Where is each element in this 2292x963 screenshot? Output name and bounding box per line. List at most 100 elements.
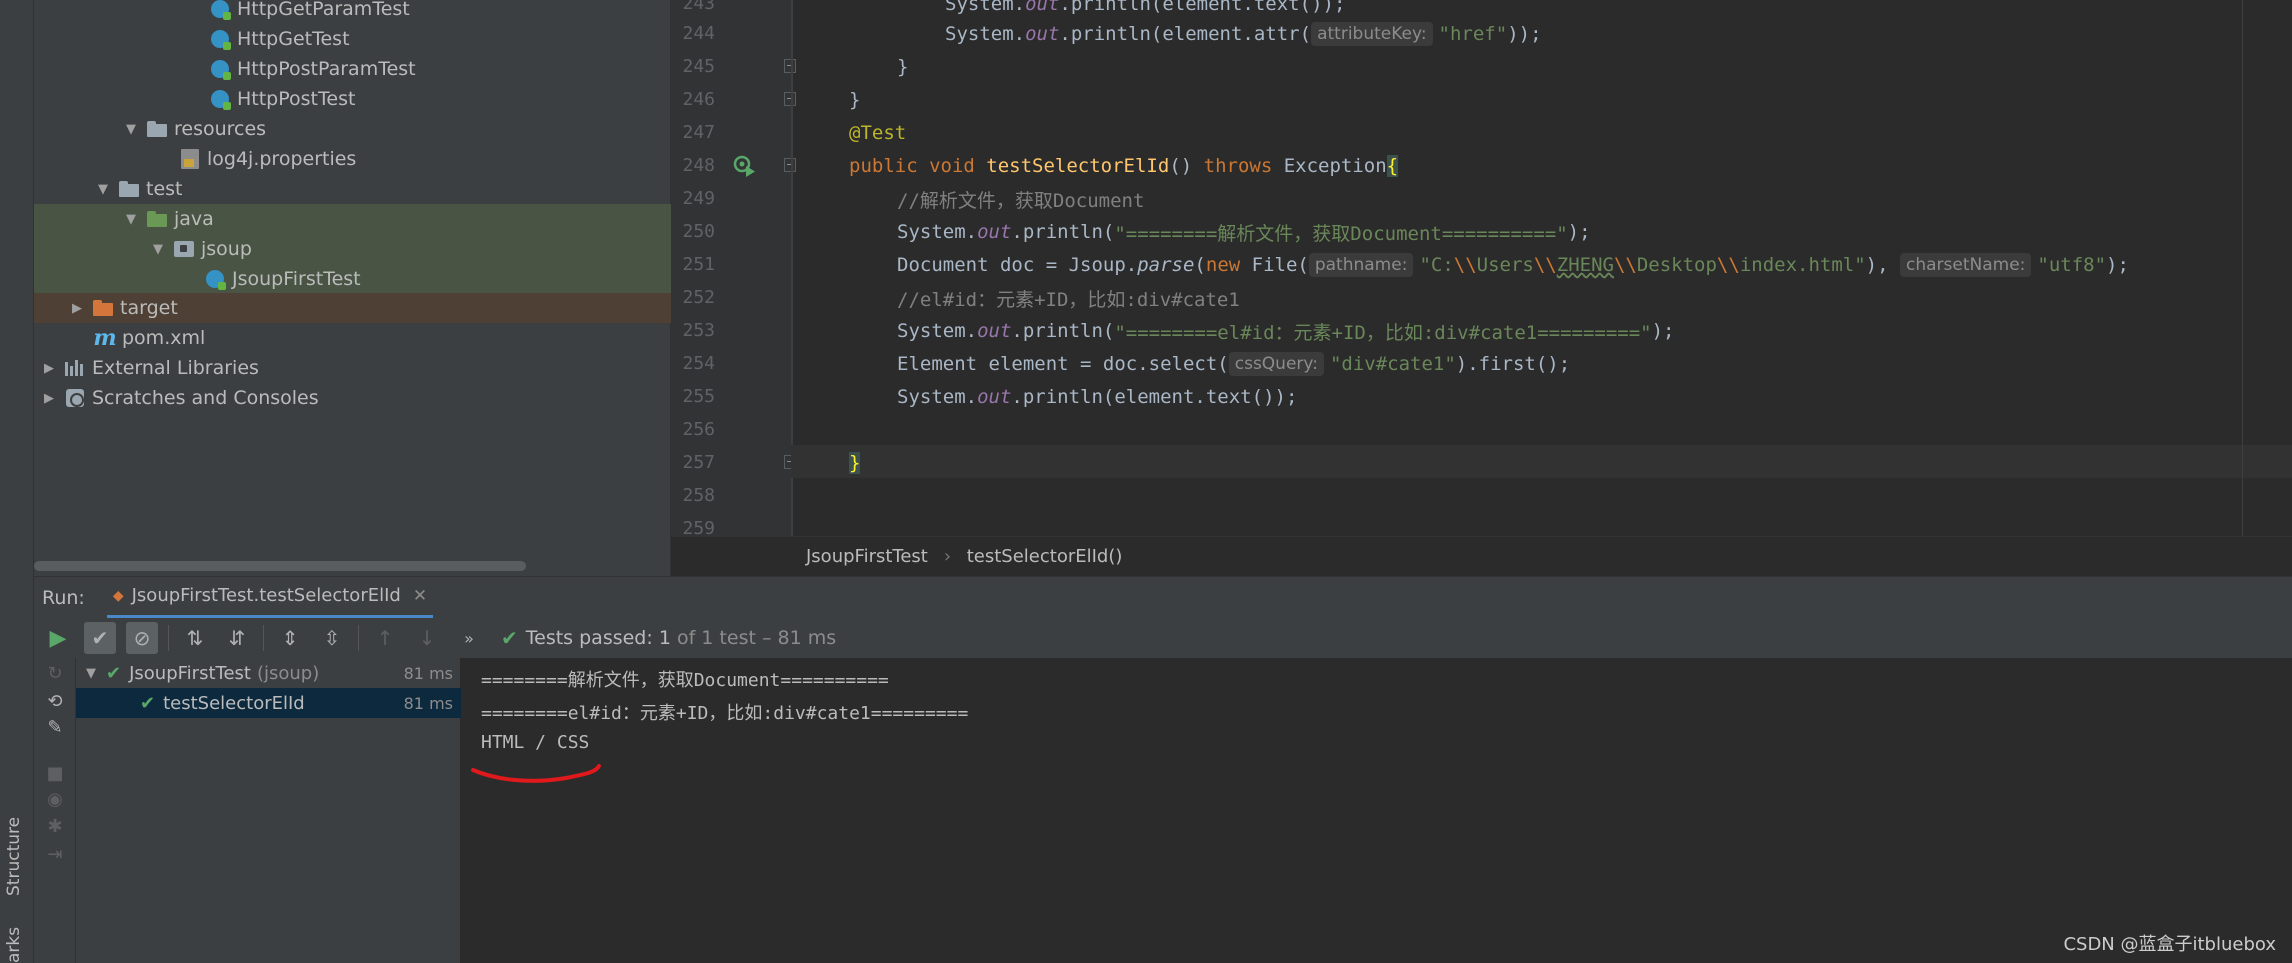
sort-duration-button[interactable]: ⇵ [221,622,253,654]
bug-icon[interactable]: ✱ [44,815,66,837]
line-number: 252 [682,287,715,308]
chevron-down-icon[interactable]: ▼ [122,120,140,138]
console-line: ========el#id：元素+ID，比如:div#cate1========… [481,703,969,724]
watermark: CSDN @蓝盒子itbluebox [2063,934,2276,955]
collapse-all-button[interactable]: ⇳ [316,622,348,654]
chevron-down-icon[interactable]: ▼ [82,664,100,682]
test-case-row[interactable]: ✔ testSelectorElId 81 ms [76,688,461,718]
tree-item-java[interactable]: ▼ java [34,204,671,234]
close-icon[interactable]: ✕ [413,586,427,606]
parameter-hint: charsetName: [1899,253,2032,277]
toolbar-divider [168,625,169,651]
line-number: 255 [682,386,715,407]
red-underline-annotation [471,764,601,783]
code-line-252: //el#id：元素+ID，比如:div#cate1 [897,288,1240,311]
line-number: 258 [682,485,715,506]
tree-item-httpgettest[interactable]: HttpGetTest [34,24,671,54]
code-line-247: @Test [849,122,907,144]
line-number: 246 [682,89,715,110]
show-ignored-button[interactable]: ⊘ [126,622,158,654]
library-icon [64,357,86,379]
code-line-254: Element element = doc.select(cssQuery: "d… [897,352,1571,376]
tree-item-httpgetparamtest[interactable]: HttpGetParamTest [34,0,671,24]
chevron-right-icon[interactable]: ▶ [40,389,58,407]
expand-all-button[interactable]: ⇕ [274,622,306,654]
check-icon: ✔ [140,692,156,714]
rerun-button[interactable]: ▶ [42,622,74,654]
line-number: 247 [682,122,715,143]
maven-icon: m [93,325,117,351]
breadcrumb: JsoupFirstTest › testSelectorElId() [671,536,2292,576]
excluded-folder-icon [92,297,114,319]
code-line-251: Document doc = Jsoup. parse(new File(path… [897,253,2129,277]
toggle-auto-test-icon[interactable]: ⟲ [44,690,66,712]
tree-item-pom[interactable]: m pom.xml [34,323,671,353]
scratches-icon [64,387,86,409]
run-panel-header: Run: ◆ JsoupFirstTest.testSelectorElId ✕ [34,576,2292,619]
code-line-245: } [897,56,909,78]
tree-item-httpposttest[interactable]: HttpPostTest [34,84,671,114]
breadcrumb-class[interactable]: JsoupFirstTest [806,546,928,567]
run-tab[interactable]: ◆ JsoupFirstTest.testSelectorElId ✕ [106,577,434,619]
bookmarks-tool-tab[interactable]: arks [4,927,24,963]
chevron-right-icon: › [941,546,953,567]
exit-icon[interactable]: ⇥ [44,843,66,865]
test-results-tree: ▼ ✔ JsoupFirstTest (jsoup) 81 ms ✔ testS… [76,658,461,963]
folder-icon [118,178,140,200]
line-number: 250 [682,221,715,242]
code-editor[interactable]: 243 244 245 246 247 248 249 250 251 252 … [671,0,2292,576]
breadcrumb-method[interactable]: testSelectorElId() [967,546,1123,567]
tree-item-resources[interactable]: ▼ resources [34,114,671,144]
tree-item-external-libraries[interactable]: ▶ External Libraries [34,353,671,383]
rerun-failed-icon[interactable]: ↻ [44,662,66,684]
console-line: ========解析文件，获取Document========== [481,670,889,691]
tree-item-scratches[interactable]: ▶ Scratches and Consoles [34,383,671,413]
chevron-down-icon[interactable]: ▼ [94,180,112,198]
class-icon [209,0,231,20]
line-number: 257 [682,452,715,473]
tree-item-log4j[interactable]: log4j.properties [34,144,671,174]
check-icon: ✔ [106,662,122,684]
line-number: 253 [682,320,715,341]
show-passed-button[interactable]: ✔ [84,622,116,654]
right-margin-guide [2242,0,2243,536]
line-number: 245 [682,56,715,77]
camera-icon[interactable]: ◉ [44,788,66,810]
tree-item-test[interactable]: ▼ test [34,174,671,204]
parameter-hint: pathname: [1308,253,1414,277]
horizontal-scrollbar[interactable] [34,561,526,571]
test-suite-row[interactable]: ▼ ✔ JsoupFirstTest (jsoup) 81 ms [76,658,461,688]
line-number: 244 [682,23,715,44]
next-failed-button[interactable]: ↓ [411,622,443,654]
resources-folder-icon [146,118,168,140]
chevron-right-icon[interactable]: ▶ [40,359,58,377]
fold-marker-icon[interactable] [784,158,796,172]
wrench-icon[interactable]: ✎ [44,716,66,738]
tree-item-httppostparamtest[interactable]: HttpPostParamTest [34,54,671,84]
console-output[interactable]: ========解析文件，获取Document========== ======… [461,658,2292,963]
tree-item-jsoupfirsttest[interactable]: JsoupFirstTest [34,264,671,294]
tree-item-jsoup[interactable]: ▼ jsoup [34,234,671,264]
stop-icon[interactable]: ■ [44,762,66,784]
line-number: 254 [682,353,715,374]
code-line-249: //解析文件，获取Document [897,189,1145,212]
left-tool-strip: Structure arks [0,0,34,963]
fold-marker-icon[interactable] [784,92,796,106]
editor-gutter: 243 244 245 246 247 248 249 250 251 252 … [671,0,796,539]
more-icon[interactable]: » [453,622,485,654]
code-line-255: System. out .println(element.text()); [897,386,1298,408]
prev-failed-button[interactable]: ↑ [369,622,401,654]
fold-marker-icon[interactable] [784,59,796,73]
structure-tool-tab[interactable]: Structure [4,817,24,896]
project-panel: HttpGetParamTest HttpGetTest HttpPostPar… [34,0,671,576]
tree-item-target[interactable]: ▶ target [34,293,671,323]
chevron-right-icon[interactable]: ▶ [68,299,86,317]
current-line-highlight [791,445,2292,478]
sort-alpha-button[interactable]: ⇅ [179,622,211,654]
run-test-gutter-icon[interactable] [733,155,757,179]
code-line-253: System. out .println("========el#id：元素+ID，… [897,320,1675,344]
line-number: 248 [682,155,715,176]
chevron-down-icon[interactable]: ▼ [149,240,167,258]
code-line-248: public void testSelectorElId() throws Ex… [849,155,1399,177]
chevron-down-icon[interactable]: ▼ [122,210,140,228]
